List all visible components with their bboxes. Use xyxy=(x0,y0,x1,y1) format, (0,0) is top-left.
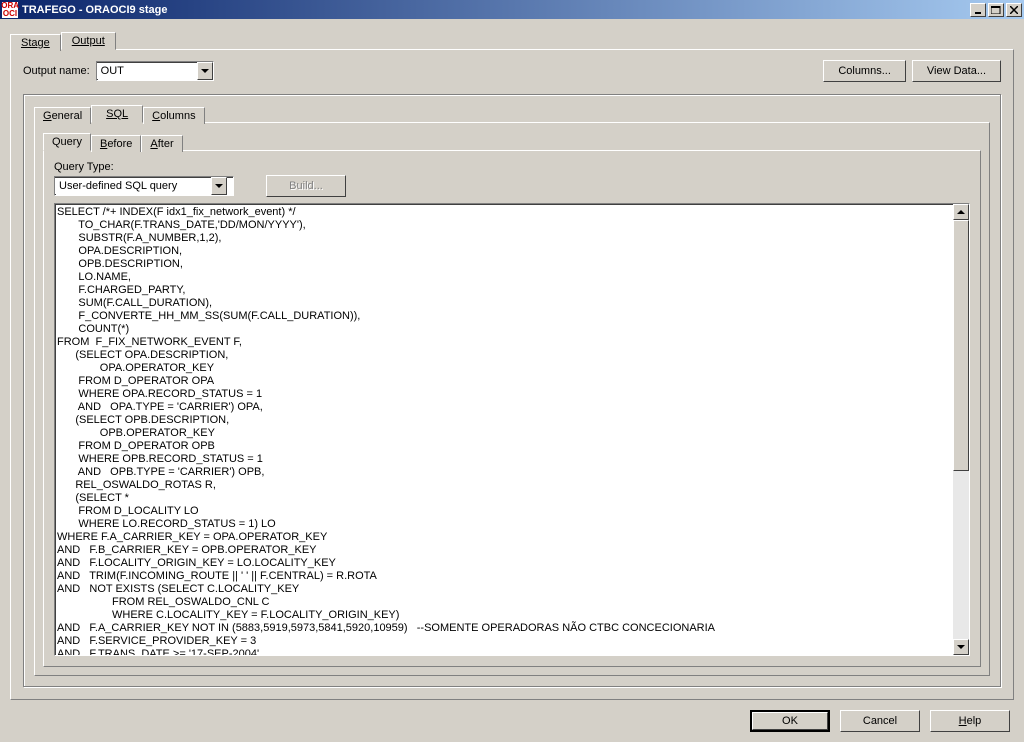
minimize-button[interactable] xyxy=(970,3,986,17)
app-icon: ORA OCI xyxy=(2,2,18,18)
window-title: TRAFEGO - ORAOCI9 stage xyxy=(22,4,970,16)
view-data-button[interactable]: View Data... xyxy=(912,60,1001,82)
sql-textarea[interactable]: SELECT /*+ INDEX(F idx1_fix_network_even… xyxy=(55,204,953,655)
tab-after-label: After xyxy=(150,138,173,150)
tab-query[interactable]: Query xyxy=(43,133,91,151)
tab-sql[interactable]: SQL xyxy=(91,105,143,123)
maximize-button[interactable] xyxy=(988,3,1004,17)
close-button[interactable] xyxy=(1006,3,1022,17)
outer-tabstrip: Stage Output xyxy=(10,29,1014,49)
query-type-label: Query Type: xyxy=(54,161,970,173)
output-name-label: Output name: xyxy=(23,65,90,77)
tab-stage[interactable]: Stage xyxy=(10,34,61,51)
tab-stage-label: Stage xyxy=(21,37,50,49)
columns-button[interactable]: Columns... xyxy=(823,60,906,82)
tab-query-label: Query xyxy=(52,136,82,148)
scroll-up-button[interactable] xyxy=(953,204,969,220)
tab-after[interactable]: After xyxy=(141,135,182,152)
query-panel: Query Type: Build... SELECT /*+ INDEX(F … xyxy=(43,150,981,667)
query-type-dropdown-icon[interactable] xyxy=(211,177,227,195)
tab-before-label: Before xyxy=(100,138,132,150)
output-panel: Output name: Columns... View Data... Gen… xyxy=(10,49,1014,700)
titlebar: ORA OCI TRAFEGO - ORAOCI9 stage xyxy=(0,0,1024,19)
tab-before[interactable]: Before xyxy=(91,135,141,152)
sql-subtabstrip: Query Before After xyxy=(43,131,981,150)
output-name-combo[interactable] xyxy=(96,61,214,81)
vertical-scrollbar[interactable] xyxy=(953,204,969,655)
query-type-input[interactable] xyxy=(55,178,211,194)
tab-columns-label: Columns xyxy=(152,110,195,122)
output-name-row: Output name: Columns... View Data... xyxy=(23,60,1001,82)
tab-general-label: General xyxy=(43,110,82,122)
tab-output-label: Output xyxy=(72,35,105,47)
output-name-input[interactable] xyxy=(97,63,197,79)
tab-general[interactable]: General xyxy=(34,107,91,124)
help-button[interactable]: Help xyxy=(930,710,1010,732)
query-type-combo[interactable] xyxy=(54,176,234,196)
build-button: Build... xyxy=(266,175,346,197)
tab-columns[interactable]: Columns xyxy=(143,107,204,124)
scroll-thumb[interactable] xyxy=(953,220,969,471)
inner-groupbox: General SQL Columns Query Before After Q… xyxy=(23,94,1001,687)
tab-output[interactable]: Output xyxy=(61,32,116,50)
cancel-button[interactable]: Cancel xyxy=(840,710,920,732)
sql-textarea-wrap: SELECT /*+ INDEX(F idx1_fix_network_even… xyxy=(54,203,970,656)
ok-button[interactable]: OK xyxy=(750,710,830,732)
inner-tabstrip: General SQL Columns xyxy=(34,103,990,122)
scroll-track[interactable] xyxy=(953,220,969,639)
sql-panel: Query Before After Query Type: Build... xyxy=(34,122,990,676)
scroll-down-button[interactable] xyxy=(953,639,969,655)
tab-sql-label: SQL xyxy=(106,108,128,120)
dialog-button-row: OK Cancel Help xyxy=(10,700,1014,736)
output-name-dropdown-icon[interactable] xyxy=(197,62,213,80)
